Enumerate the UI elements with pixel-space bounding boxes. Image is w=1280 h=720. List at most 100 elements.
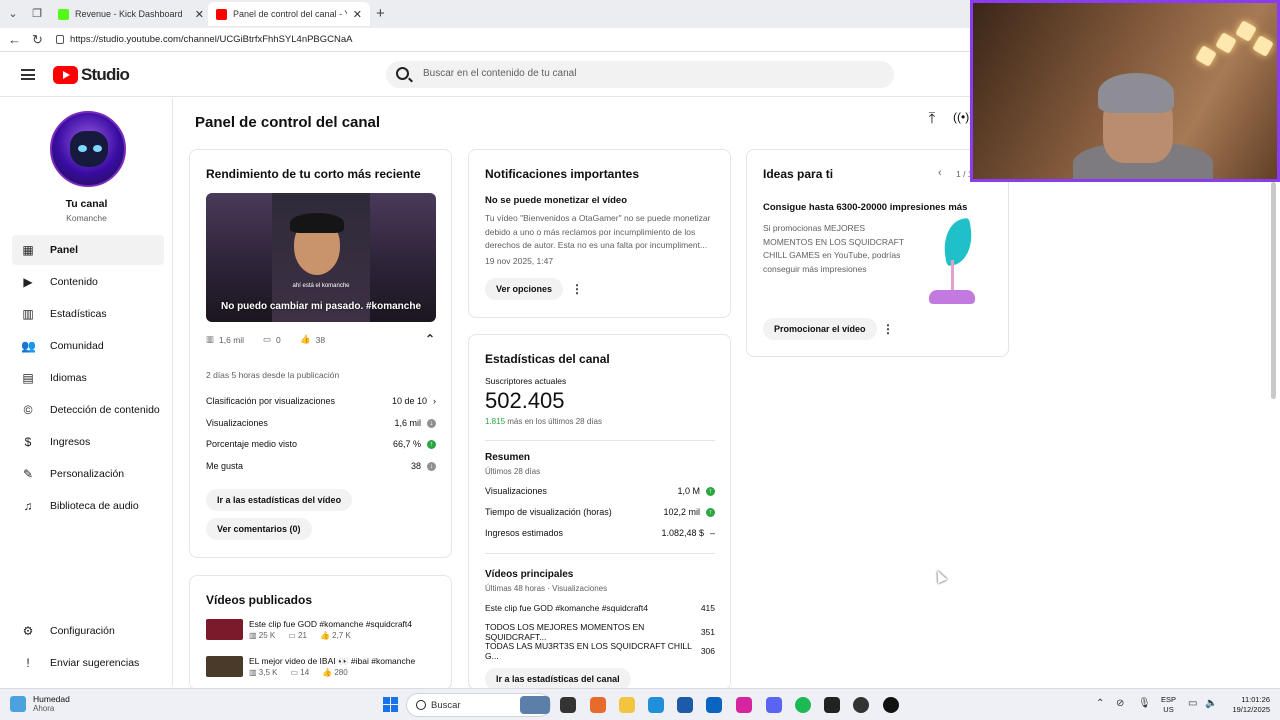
reload-icon[interactable]: ↻ xyxy=(32,32,43,48)
copilot-icon[interactable] xyxy=(590,697,606,713)
collapse-chevron-icon[interactable]: ⌃ xyxy=(425,332,435,346)
list-item[interactable]: Este clip fue GOD #komanche #squidcraft4… xyxy=(206,619,436,641)
view-options-button[interactable]: Ver opciones xyxy=(485,278,564,300)
channel-title: Tu canal xyxy=(65,198,108,210)
publish-time: 2 días 5 horas desde la publicación xyxy=(206,370,340,380)
view-comments-button[interactable]: Ver comentarios (0) xyxy=(206,518,312,540)
new-tab-icon[interactable]: + xyxy=(376,5,385,22)
weather-widget[interactable]: Humedad Ahora xyxy=(10,694,70,713)
close-tab-icon[interactable]: ✕ xyxy=(195,8,204,21)
sidebar-item-customization[interactable]: ✎ Personalización xyxy=(12,459,164,489)
microphone-icon[interactable]: 🎙 xyxy=(1138,698,1151,709)
search-icon xyxy=(416,700,426,710)
tab-kick-dashboard[interactable]: Revenue - Kick Dashboard ✕ xyxy=(50,2,212,26)
workspaces-icon[interactable]: ❐ xyxy=(29,6,45,22)
task-view-icon[interactable] xyxy=(560,697,576,713)
subscribers-count: 502.405 xyxy=(485,388,565,413)
top-video-row[interactable]: TODAS LAS MU3RT3S EN LOS SQUIDCRAFT CHIL… xyxy=(485,641,715,661)
notifications-card: Notificaciones importantes No se puede m… xyxy=(468,149,731,318)
video-thumbnail xyxy=(206,619,243,640)
chevron-right-icon: › xyxy=(433,396,436,406)
windows-taskbar: Humedad Ahora Buscar ⌃ ⊘ 🎙 ESP US ▭ 🔈 11… xyxy=(0,688,1280,720)
more-options-icon[interactable]: ⋮ xyxy=(882,322,894,336)
channel-stats-heading: Estadísticas del canal xyxy=(485,352,610,366)
community-icon: 👥 xyxy=(21,339,36,353)
dash-icon: – xyxy=(709,528,715,538)
search-input[interactable]: Buscar en el contenido de tu canal xyxy=(386,61,894,88)
top-video-row[interactable]: TODOS LOS MEJORES MOMENTOS EN SQUIDCRAFT… xyxy=(485,622,715,642)
tab-list-chevron-icon[interactable]: ⌄ xyxy=(5,6,21,22)
discord-icon[interactable] xyxy=(766,697,782,713)
tab-youtube-studio[interactable]: Panel de control del canal - YouTu ✕ xyxy=(208,2,370,26)
video-analytics-button[interactable]: Ir a las estadísticas del vídeo xyxy=(206,489,353,511)
media-player-icon[interactable] xyxy=(853,697,869,713)
start-button[interactable] xyxy=(383,697,398,712)
summary-row: Visualizaciones 1,0 M ↑ xyxy=(485,486,715,496)
upload-icon[interactable]: ⤒ xyxy=(922,110,942,130)
published-videos-card: Vídeos publicados Este clip fue GOD #kom… xyxy=(189,575,452,690)
plant-illustration xyxy=(927,217,979,305)
terminal-icon[interactable] xyxy=(824,697,840,713)
list-item[interactable]: EL mejor video de IBAI 👀 #ibai #komanche… xyxy=(206,656,436,678)
subscribers-label: Suscriptores actuales xyxy=(485,376,567,386)
audio-library-icon: ♫ xyxy=(23,499,33,513)
sidebar-item-feedback[interactable]: ! Enviar sugerencias xyxy=(12,648,164,678)
channel-name: Komanche xyxy=(66,213,107,223)
kick-favicon-icon xyxy=(58,8,69,20)
short-comments-metric: ▭ 0 xyxy=(263,334,281,345)
short-stat-row[interactable]: Clasificación por visualizaciones 10 de … xyxy=(206,396,436,406)
sidebar-item-content-detection[interactable]: © Detección de contenido xyxy=(12,395,164,425)
sidebar-item-panel[interactable]: ▦ Panel xyxy=(12,235,164,265)
obs-icon[interactable] xyxy=(883,697,899,713)
channel-avatar[interactable] xyxy=(50,111,126,187)
outlook-icon[interactable] xyxy=(706,697,722,713)
page-scrollbar[interactable] xyxy=(1271,182,1276,399)
url-field[interactable]: https://studio.youtube.com/channel/UCGiB… xyxy=(56,34,353,45)
lock-icon xyxy=(56,35,64,44)
channel-analytics-button[interactable]: Ir a las estadísticas del canal xyxy=(485,668,631,689)
tray-chevron-icon[interactable]: ⌃ xyxy=(1096,698,1104,709)
volume-icon[interactable]: 🔈 xyxy=(1205,698,1217,709)
settings-icon: ⚙ xyxy=(22,624,34,638)
back-icon[interactable]: ← xyxy=(8,32,21,47)
short-thumbnail[interactable]: ahí está el komanche No puedo cambiar mi… xyxy=(206,193,436,322)
summary-row: Ingresos estimados 1.082,48 $ – xyxy=(485,528,715,538)
webcam-overlay xyxy=(970,0,1280,182)
divider xyxy=(485,440,715,441)
feedback-icon: ! xyxy=(26,656,30,670)
edge-icon[interactable] xyxy=(648,697,664,713)
instagram-icon[interactable] xyxy=(736,697,752,713)
mouse-cursor-icon xyxy=(932,568,948,584)
search-highlight-icon[interactable] xyxy=(520,696,550,714)
network-icon[interactable]: ▭ xyxy=(1188,698,1197,709)
thumbnail-cap xyxy=(290,213,344,233)
earn-icon: $ xyxy=(24,435,32,449)
sidebar-item-languages[interactable]: ▤ Idiomas xyxy=(12,363,164,393)
short-stat-row: Me gusta 38 ↓ xyxy=(206,461,436,471)
tray-app-icon[interactable]: ⊘ xyxy=(1116,698,1124,709)
sidebar-item-audio-library[interactable]: ♫ Biblioteca de audio xyxy=(12,491,164,521)
promote-video-button[interactable]: Promocionar el vídeo xyxy=(763,318,877,340)
language-indicator[interactable]: ESP US xyxy=(1161,695,1176,715)
top-video-row[interactable]: Este clip fue GOD #komanche #squidcraft4… xyxy=(485,603,715,613)
search-icon xyxy=(396,67,409,80)
sidebar-item-content[interactable]: ▶ Contenido xyxy=(12,267,164,297)
idea-title: Consigue hasta 6300-20000 impresiones má… xyxy=(763,202,968,213)
video-stats: ▥ 25 K ▭ 21 👍 2,7 K xyxy=(249,631,351,640)
summary-period: Últimos 28 días xyxy=(485,467,541,476)
menu-icon[interactable] xyxy=(21,69,35,80)
more-options-icon[interactable]: ⋮ xyxy=(571,282,583,296)
spotify-icon[interactable] xyxy=(795,697,811,713)
studio-logo[interactable]: Studio xyxy=(53,65,130,85)
sidebar-item-analytics[interactable]: ▥ Estadísticas xyxy=(12,299,164,329)
sidebar-item-earn[interactable]: $ Ingresos xyxy=(12,427,164,457)
sidebar-item-community[interactable]: 👥 Comunidad xyxy=(12,331,164,361)
content-icon: ▶ xyxy=(23,275,33,289)
sidebar-item-settings[interactable]: ⚙ Configuración xyxy=(12,616,164,646)
store-icon[interactable] xyxy=(677,697,693,713)
notification-date: 19 nov 2025, 1:47 xyxy=(485,256,554,266)
system-clock[interactable]: 11:01:26 19/12/2025 xyxy=(1226,695,1270,715)
prev-chevron-icon[interactable]: ‹ xyxy=(938,167,942,179)
file-explorer-icon[interactable] xyxy=(619,697,635,713)
close-tab-icon[interactable]: ✕ xyxy=(353,8,362,21)
